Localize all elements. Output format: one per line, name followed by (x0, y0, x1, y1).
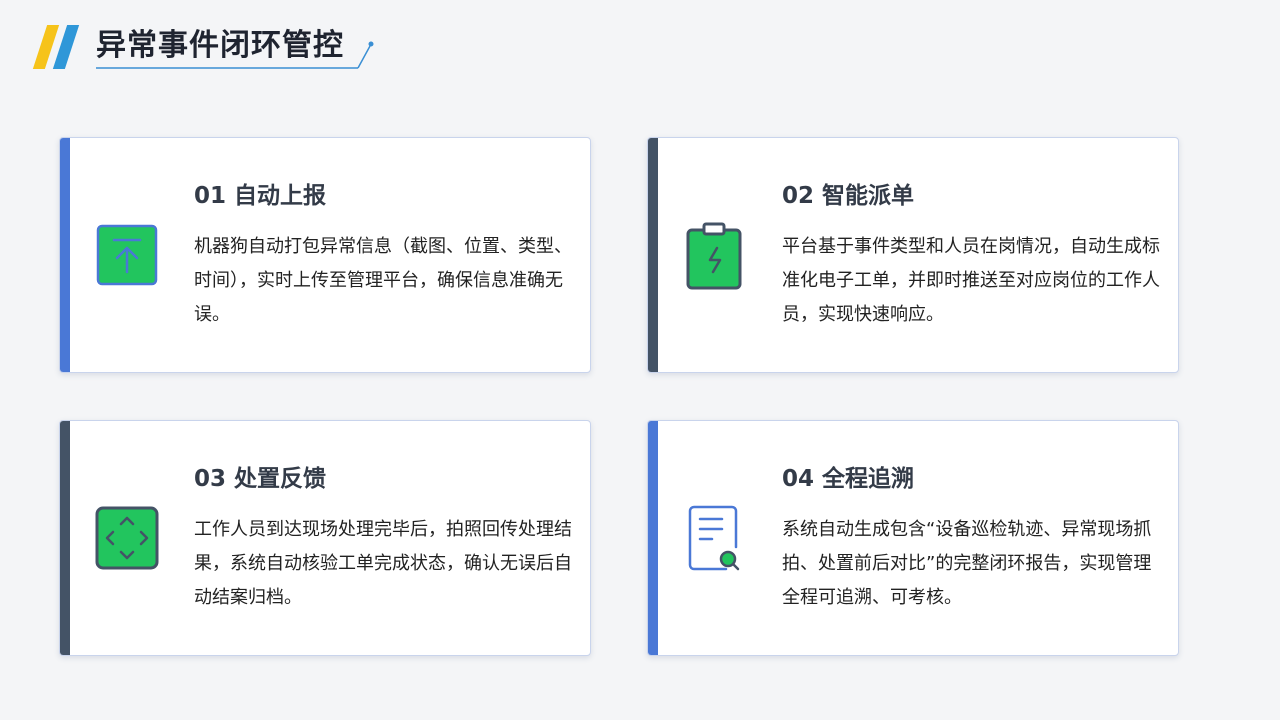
card-title: 03 处置反馈 (194, 466, 327, 492)
card-description: 平台基于事件类型和人员在岗情况，自动生成标准化电子工单，并即时推送至对应岗位的工… (782, 236, 1160, 325)
header-underline (96, 41, 374, 69)
card-accent-bar (648, 138, 658, 372)
card-description: 机器狗自动打包异常信息（截图、位置、类型、时间），实时上传至管理平台，确保信息准… (194, 236, 572, 325)
card-title: 04 全程追溯 (782, 466, 915, 492)
card-accent-bar (60, 138, 70, 372)
page-header: 异常事件闭环管控 (0, 0, 1280, 80)
card-accent-bar (648, 421, 658, 655)
expand-arrows-icon (95, 506, 159, 570)
document-search-icon (688, 505, 740, 571)
card-auto-report: 01 自动上报 机器狗自动打包异常信息（截图、位置、类型、时间），实时上传至管理… (59, 137, 591, 373)
card-full-traceability: 04 全程追溯 系统自动生成包含“设备巡检轨迹、异常现场抓拍、处置前后对比”的完… (647, 420, 1179, 656)
card-title: 01 自动上报 (194, 183, 327, 209)
card-title: 02 智能派单 (782, 183, 915, 209)
upload-icon (96, 224, 158, 286)
card-description: 系统自动生成包含“设备巡检轨迹、异常现场抓拍、处置前后对比”的完整闭环报告，实现… (782, 519, 1152, 608)
card-smart-dispatch: 02 智能派单 平台基于事件类型和人员在岗情况，自动生成标准化电子工单，并即时推… (647, 137, 1179, 373)
clipboard-lightning-icon (686, 222, 742, 290)
card-handling-feedback: 03 处置反馈 工作人员到达现场处理完毕后，拍照回传处理结果，系统自动核验工单完… (59, 420, 591, 656)
card-description: 工作人员到达现场处理完毕后，拍照回传处理结果，系统自动核验工单完成状态，确认无误… (194, 519, 572, 608)
card-accent-bar (60, 421, 70, 655)
